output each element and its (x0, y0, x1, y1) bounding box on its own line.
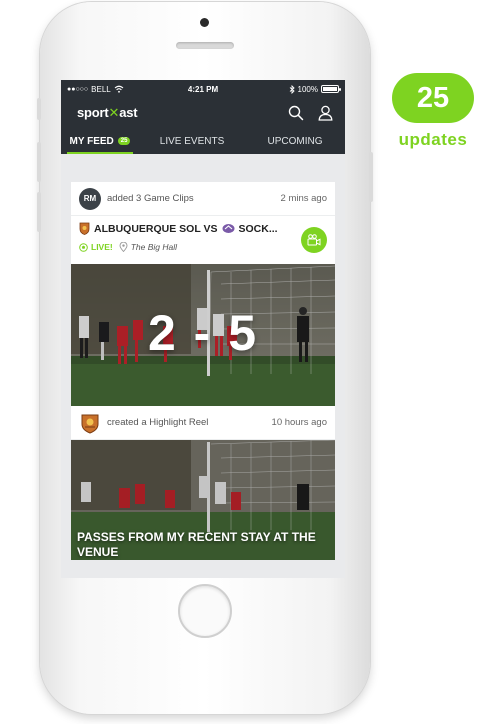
sportxast-logo[interactable]: sport✕ast (77, 105, 138, 121)
tab-upcoming[interactable]: UPCOMING (245, 128, 345, 154)
stage: ●●○○○ BELL 4:21 PM 100% sport✕ast MY FEE… (0, 0, 478, 724)
live-indicator: LIVE! (91, 242, 113, 252)
opponent-crest-icon (222, 224, 234, 233)
updates-label: updates (398, 130, 468, 149)
tab-upcoming-label: UPCOMING (267, 135, 323, 147)
highlight-reel-thumbnail[interactable]: PASSES FROM MY RECENT STAY AT THE VENUE (71, 440, 335, 560)
my-feed-count-badge: 25 (117, 137, 131, 145)
power-button (369, 152, 373, 202)
tab-live-events-label: LIVE EVENTS (159, 135, 225, 147)
status-time: 4:21 PM (187, 84, 219, 94)
card-header: created a Highlight Reel 10 hours ago (71, 406, 335, 440)
earpiece-speaker (176, 42, 234, 49)
logo-text-prefix: sport (77, 105, 109, 120)
avatar[interactable]: RM (79, 187, 101, 210)
logo-text-suffix: ast (119, 105, 138, 120)
team-crest-icon (79, 222, 90, 235)
game-clip-thumbnail[interactable]: 2 - 5 (71, 264, 335, 410)
match-score: 2 - 5 (147, 305, 259, 361)
video-camera-button[interactable] (301, 227, 327, 253)
highlight-caption: PASSES FROM MY RECENT STAY AT THE VENUE (77, 530, 316, 559)
updates-count-badge: 25 (392, 73, 474, 123)
card-action-text: added 3 Game Clips (107, 193, 194, 204)
card-header: RM added 3 Game Clips 2 mins ago (71, 182, 335, 216)
soccer-ball-icon (79, 242, 88, 252)
match-title-home: ALBUQUERQUE SOL VS (94, 222, 218, 235)
match-info[interactable]: ALBUQUERQUE SOL VS SOCK... LIVE! The Big… (71, 216, 335, 264)
tab-my-feed[interactable]: MY FEED 25 (61, 128, 139, 154)
logo-x-mark: ✕ (108, 105, 120, 120)
volume-down-button (37, 192, 41, 232)
team-crest-icon[interactable] (79, 412, 101, 434)
card-action-text: created a Highlight Reel (107, 417, 209, 428)
battery-icon (321, 85, 341, 93)
card-timestamp: 2 mins ago (280, 193, 327, 204)
video-camera-icon (307, 234, 321, 246)
phone-screen: ●●○○○ BELL 4:21 PM 100% sport✕ast MY FEE… (61, 80, 345, 578)
tab-my-feed-label: MY FEED (69, 135, 114, 147)
status-bar: ●●○○○ BELL 4:21 PM 100% (61, 80, 345, 98)
feed-card-game-clips[interactable]: RM added 3 Game Clips 2 mins ago ALBUQUE… (71, 182, 335, 410)
home-button[interactable] (178, 584, 232, 638)
volume-up-button (37, 142, 41, 182)
profile-icon[interactable] (318, 105, 333, 121)
feed-tabs: MY FEED 25 LIVE EVENTS UPCOMING (61, 128, 345, 154)
search-icon[interactable] (288, 105, 304, 121)
feed-card-highlight-reel[interactable]: created a Highlight Reel 10 hours ago PA… (71, 406, 335, 560)
app-header: sport✕ast (61, 98, 345, 128)
front-camera (200, 18, 209, 27)
tab-live-events[interactable]: LIVE EVENTS (139, 128, 245, 154)
match-title-away: SOCK... (238, 222, 278, 235)
card-timestamp: 10 hours ago (271, 417, 327, 428)
venue-name: The Big Hall (130, 242, 178, 252)
location-pin-icon (119, 242, 128, 252)
mute-switch (37, 98, 41, 120)
